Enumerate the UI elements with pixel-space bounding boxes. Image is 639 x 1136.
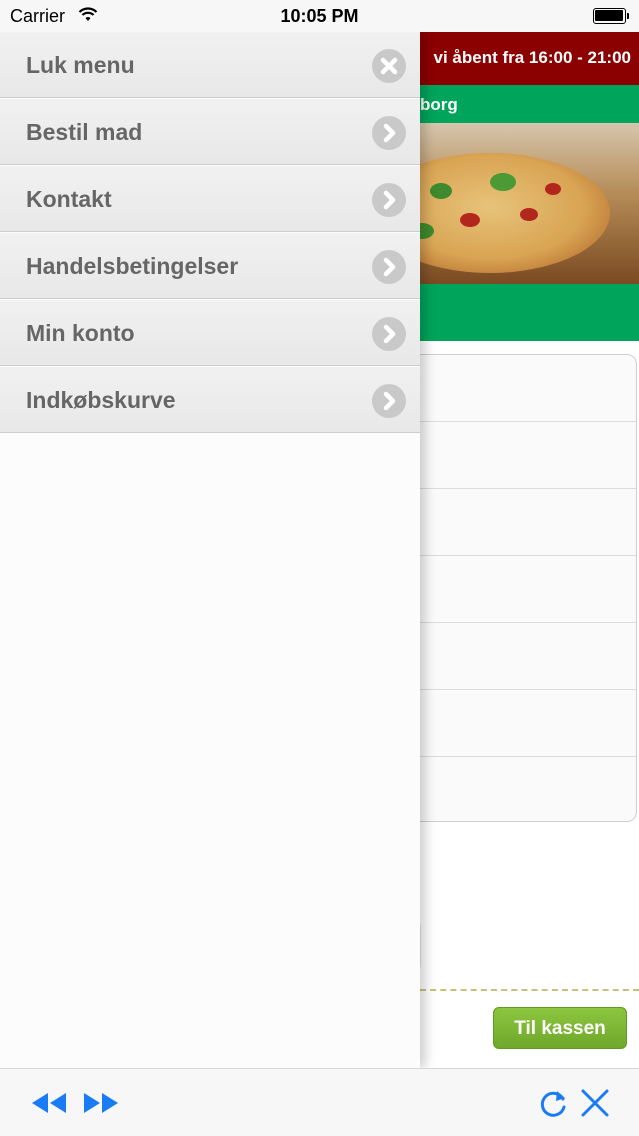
close-icon[interactable] — [574, 1087, 618, 1119]
opening-hours-text: vi åbent fra 16:00 - 21:00 — [433, 48, 631, 67]
chevron-right-icon — [372, 116, 406, 150]
chevron-right-icon — [372, 384, 406, 418]
clock: 10:05 PM — [280, 6, 359, 26]
menu-item-label: Min konto — [26, 320, 135, 346]
divider — [420, 989, 639, 991]
menu-item-label: Bestil mad — [26, 119, 143, 145]
chevron-right-icon — [372, 250, 406, 284]
checkout-button[interactable]: Til kassen — [493, 1007, 627, 1049]
menu-item-label: Luk menu — [26, 52, 135, 78]
chevron-right-icon — [372, 183, 406, 217]
chevron-right-icon — [372, 317, 406, 351]
browser-toolbar — [0, 1068, 639, 1136]
rewind-icon[interactable] — [28, 1087, 72, 1119]
menu-item-my-account[interactable]: Min konto — [0, 300, 420, 366]
status-bar: Carrier 10:05 PM — [0, 0, 639, 32]
battery-icon — [593, 8, 629, 24]
menu-item-close[interactable]: Luk menu — [0, 32, 420, 98]
fast-forward-icon[interactable] — [80, 1087, 124, 1119]
menu-item-label: Indkøbskurve — [26, 387, 176, 413]
reload-icon[interactable] — [532, 1087, 576, 1119]
menu-item-terms[interactable]: Handelsbetingelser — [0, 233, 420, 299]
menu-item-label: Kontakt — [26, 186, 112, 212]
side-menu-drawer: Luk menu Bestil mad Kontakt Handelsbetin… — [0, 32, 420, 1068]
city-text: borg — [420, 95, 458, 114]
close-icon[interactable] — [372, 49, 406, 83]
menu-item-contact[interactable]: Kontakt — [0, 166, 420, 232]
menu-item-label: Handelsbetingelser — [26, 253, 239, 279]
menu-item-shopping-carts[interactable]: Indkøbskurve — [0, 367, 420, 433]
menu-item-order-food[interactable]: Bestil mad — [0, 99, 420, 165]
